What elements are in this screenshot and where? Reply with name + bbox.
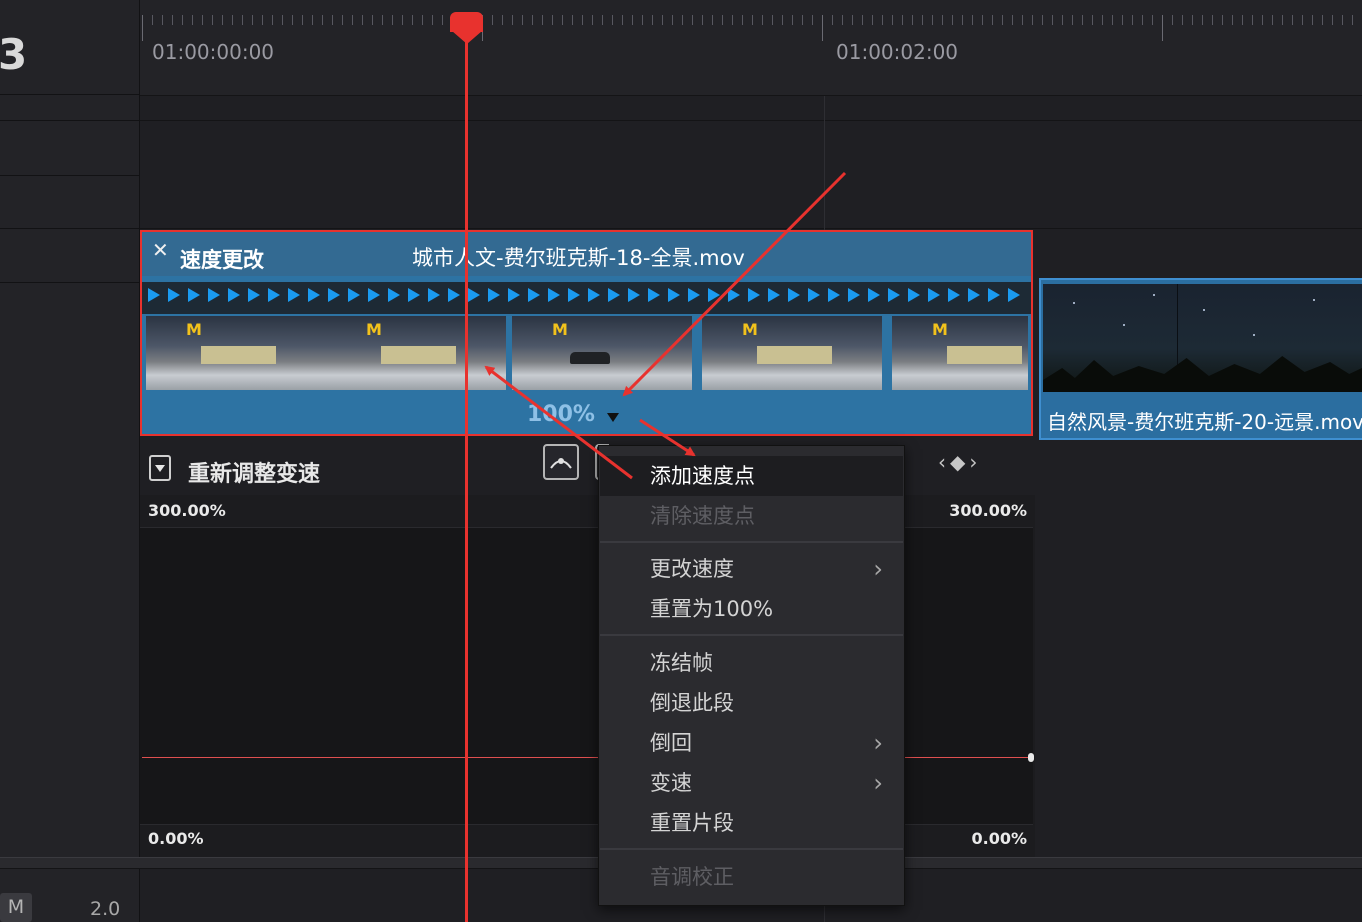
annotation-arrows: [484, 171, 847, 480]
